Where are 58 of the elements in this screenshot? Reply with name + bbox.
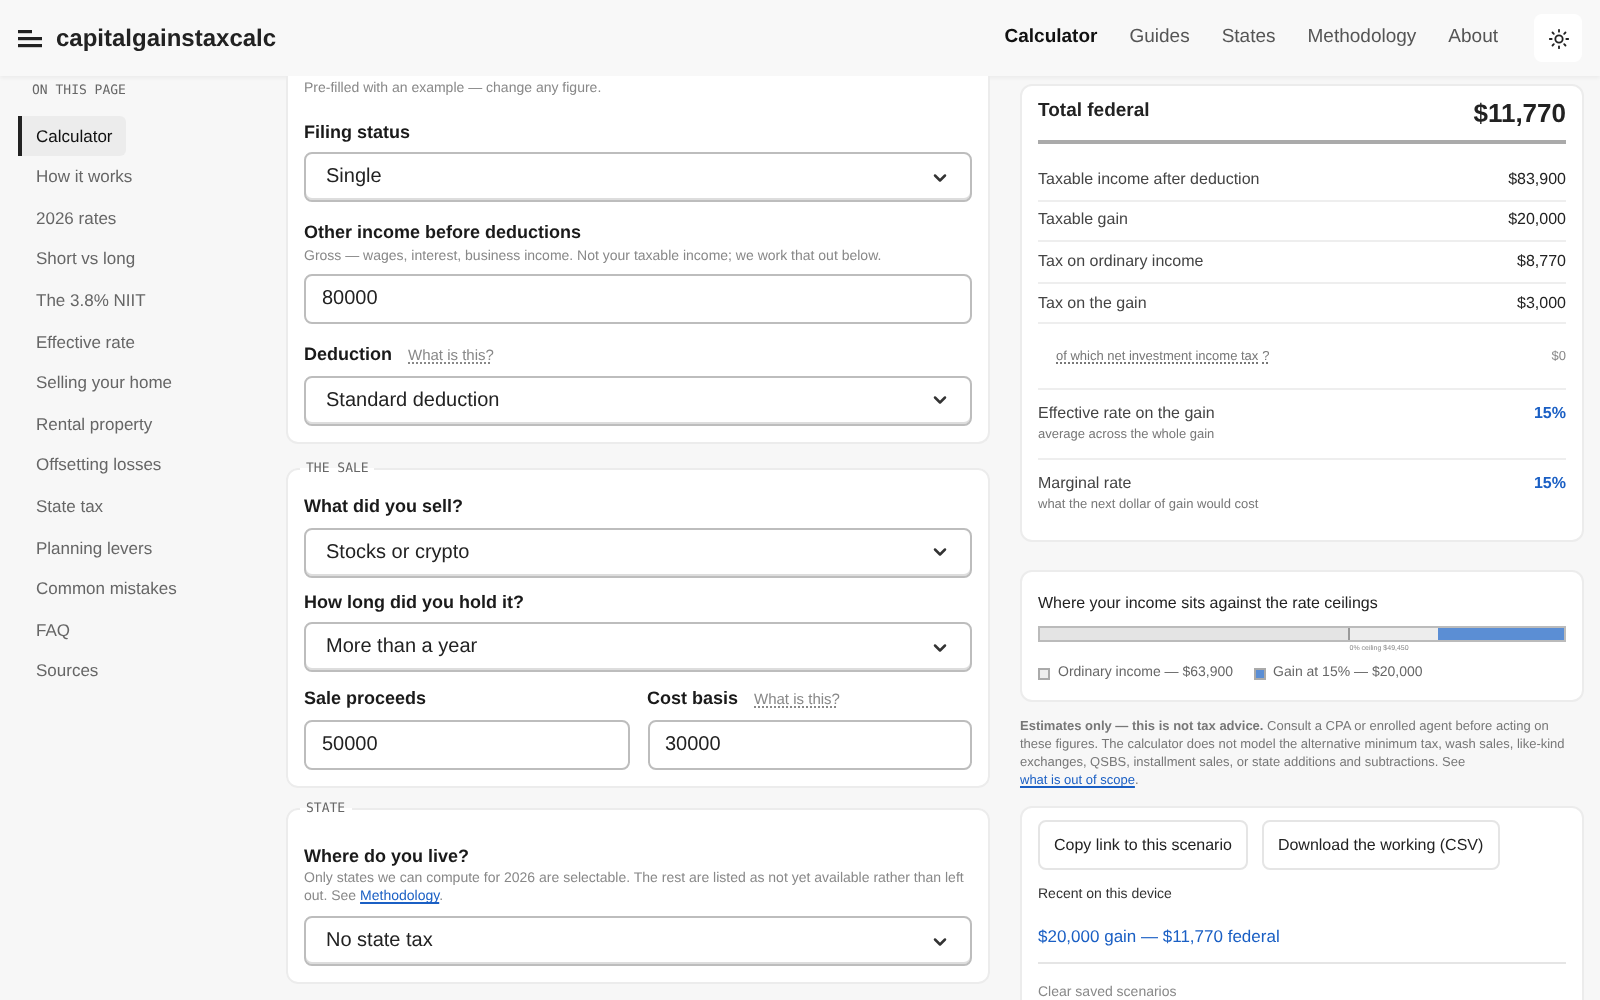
nav-link[interactable]: About (1448, 23, 1498, 53)
field-label: Where do you live? (304, 843, 470, 870)
ceilings-title: Where your income sits against the rate ceilings (1038, 591, 1380, 616)
input-field[interactable]: 80000 (304, 274, 972, 324)
menu-lines-icon (18, 28, 42, 48)
result-label: Effective rate on the gain (1038, 402, 1215, 427)
result-value: $83,900 (1508, 167, 1566, 192)
result-value: $3,000 (1517, 291, 1566, 316)
select-field[interactable]: More than a year (304, 622, 972, 673)
result-value: 15% (1533, 402, 1566, 427)
theme-toggle-button[interactable] (1534, 14, 1582, 62)
result-label: Taxable gain (1038, 208, 1128, 233)
sidebar-link[interactable]: The 3.8% NIIT (18, 280, 160, 322)
select-field[interactable]: Standard deduction (304, 375, 972, 425)
sidebar-link[interactable]: State tax (18, 486, 118, 528)
nav-link[interactable]: Guides (1129, 23, 1190, 53)
chevron-down-icon (930, 390, 950, 410)
total-value: $11,770 (1473, 95, 1566, 132)
field-label: How long did you hold it? (304, 589, 524, 616)
field-label: Deduction (304, 342, 392, 368)
sun-icon (1547, 27, 1569, 49)
sidebar-link[interactable]: Selling your home (18, 362, 187, 404)
recent-scenario-link[interactable]: $20,000 gain — $11,770 federal (1038, 923, 1566, 964)
sidebar-link[interactable]: How it works (18, 156, 147, 198)
sidebar-link[interactable]: Effective rate (18, 321, 149, 363)
result-label: Marginal rate (1038, 472, 1134, 497)
sidebar-link[interactable]: FAQ (18, 609, 85, 651)
select-field[interactable]: Stocks or crypto (304, 527, 972, 578)
sidebar-link[interactable]: Calculator (18, 115, 127, 157)
action-button[interactable]: Copy link to this scenario (1038, 820, 1248, 871)
field-label: Filing status (304, 119, 411, 146)
sidebar-link[interactable]: Rental property (18, 403, 167, 445)
site-logo[interactable]: capitalgainstaxcalc (56, 20, 277, 56)
nav-link[interactable]: Methodology (1307, 23, 1417, 53)
field-label: Other income before deductions (304, 220, 582, 246)
action-button[interactable]: Download the working (CSV) (1261, 820, 1500, 871)
result-value: 15% (1533, 472, 1566, 497)
sidebar-link[interactable]: Short vs long (18, 239, 150, 281)
nav-link[interactable]: States (1221, 23, 1276, 53)
total-label: Total federal (1038, 98, 1150, 127)
sidebar-link[interactable]: Offsetting losses (18, 445, 176, 487)
sidebar-link[interactable]: Common mistakes (18, 568, 191, 610)
result-value: $20,000 (1508, 208, 1566, 233)
field-label: Sale proceeds (304, 686, 427, 713)
result-label: Tax on the gain (1038, 291, 1147, 316)
result-label: Tax on ordinary income (1038, 249, 1204, 274)
result-value: $8,770 (1517, 249, 1566, 274)
sidebar-link[interactable]: Sources (18, 650, 113, 693)
field-label: Cost basis (647, 686, 739, 713)
input-field[interactable]: 30000 (647, 719, 972, 770)
result-label: Taxable income after deduction (1038, 167, 1260, 192)
field-label: What did you sell? (304, 494, 464, 521)
nav-link[interactable]: Calculator (1004, 23, 1098, 53)
select-field[interactable]: Single (304, 152, 972, 202)
select-field[interactable]: No state tax (304, 916, 972, 966)
input-field[interactable]: 50000 (304, 719, 629, 770)
sidebar-link[interactable]: 2026 rates (18, 197, 131, 240)
sidebar-link[interactable]: Planning levers (18, 527, 167, 569)
